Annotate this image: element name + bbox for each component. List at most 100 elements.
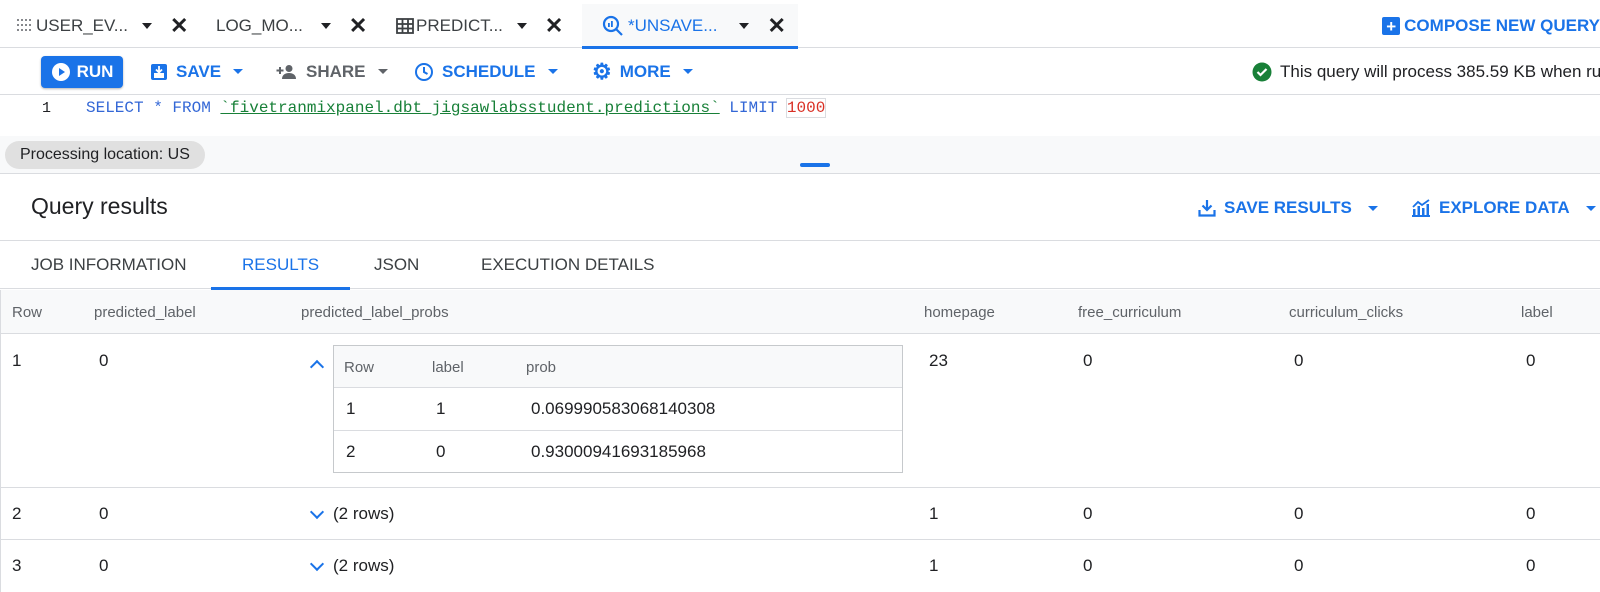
save-button[interactable]: SAVE bbox=[150, 48, 244, 95]
close-icon[interactable]: ✕ bbox=[545, 15, 563, 37]
cell-curriculum-clicks: 0 bbox=[1294, 504, 1304, 523]
share-button[interactable]: SHARE bbox=[276, 48, 388, 95]
close-icon[interactable]: ✕ bbox=[349, 15, 367, 37]
nested-cell-label: 1 bbox=[436, 399, 446, 418]
results-tab-bar: JOB INFORMATION RESULTS JSON EXECUTION D… bbox=[0, 241, 1600, 290]
column-header: predicted_label bbox=[94, 303, 196, 321]
chevron-down-icon bbox=[377, 69, 388, 74]
table-icon bbox=[396, 17, 414, 35]
sql-code-line[interactable]: SELECT * FROM `fivetranmixpanel.dbt_jigs… bbox=[86, 98, 827, 118]
sql-editor[interactable]: 1 SELECT * FROM `fivetranmixpanel.dbt_ji… bbox=[0, 96, 1600, 136]
clock-icon bbox=[414, 62, 434, 82]
check-circle-icon bbox=[1252, 62, 1272, 82]
expand-toggle[interactable] bbox=[307, 556, 327, 576]
cell-rows-summary[interactable]: (2 rows) bbox=[333, 556, 394, 576]
cell-free-curriculum: 0 bbox=[1083, 556, 1093, 575]
cell-label: 0 bbox=[1526, 504, 1536, 523]
chevron-down-icon[interactable] bbox=[516, 23, 527, 29]
cell-rows-summary[interactable]: (2 rows) bbox=[333, 504, 394, 524]
save-results-label: SAVE RESULTS bbox=[1224, 198, 1352, 217]
table-row: 1 0 Row label prob 1 1 0.069990583068140… bbox=[1, 334, 1600, 488]
nested-row-number: 1 bbox=[346, 399, 356, 418]
resize-handle[interactable] bbox=[800, 163, 830, 167]
chevron-down-icon[interactable] bbox=[320, 23, 331, 29]
sql-keyword-select: SELECT * FROM bbox=[86, 99, 221, 117]
query-validator: This query will process 385.59 KB when r… bbox=[1252, 48, 1600, 95]
close-icon[interactable]: ✕ bbox=[767, 15, 785, 37]
save-icon bbox=[150, 63, 168, 81]
cell-homepage: 23 bbox=[929, 351, 948, 370]
chevron-up-icon bbox=[309, 359, 325, 374]
sql-keyword-limit: LIMIT bbox=[719, 99, 787, 117]
column-header: curriculum_clicks bbox=[1289, 303, 1404, 321]
column-header: Row bbox=[12, 303, 43, 321]
chevron-down-icon bbox=[1367, 205, 1378, 211]
chart-icon bbox=[1411, 199, 1431, 217]
compose-label: COMPOSE NEW QUERY bbox=[1404, 16, 1600, 35]
nested-column-header: Row bbox=[344, 358, 375, 376]
chevron-down-icon bbox=[682, 69, 693, 74]
tab-json[interactable]: JSON bbox=[374, 241, 419, 289]
results-table: Row predicted_label predicted_label_prob… bbox=[0, 290, 1600, 592]
processing-location-chip: Processing location: US bbox=[5, 141, 205, 169]
tab-log-mo[interactable]: LOG_MO... ✕ bbox=[216, 4, 367, 48]
tab-label: USER_EV... bbox=[36, 16, 128, 35]
tab-user-events[interactable]: USER_EV... ✕ bbox=[16, 4, 196, 48]
play-icon bbox=[51, 62, 71, 82]
line-number: 1 bbox=[42, 100, 52, 117]
table-row: 3 0 (2 rows) 1 0 0 0 bbox=[1, 540, 1600, 592]
column-header: free_curriculum bbox=[1078, 303, 1182, 321]
row-number: 1 bbox=[12, 351, 22, 370]
cell-label: 0 bbox=[1526, 351, 1536, 370]
tab-unsaved-query[interactable]: *UNSAVE... ✕ bbox=[582, 4, 798, 49]
chevron-down-icon[interactable] bbox=[739, 23, 750, 29]
gear-icon: ⚙ bbox=[592, 58, 612, 84]
nested-table-row: 2 0 0.93000941693185968 bbox=[334, 431, 902, 474]
chevron-down-icon bbox=[233, 69, 244, 74]
close-icon[interactable]: ✕ bbox=[170, 15, 188, 37]
tab-label: LOG_MO... bbox=[216, 16, 303, 35]
sql-table-reference: `fivetranmixpanel.dbt_jigsawlabsstudent.… bbox=[220, 99, 720, 117]
nested-cell-label: 0 bbox=[436, 442, 446, 461]
cell-predicted-label: 0 bbox=[99, 351, 109, 370]
results-header: Query results SAVE RESULTS EXPLORE DATA bbox=[0, 175, 1600, 241]
schedule-button[interactable]: SCHEDULE bbox=[414, 48, 558, 95]
tab-job-information[interactable]: JOB INFORMATION bbox=[31, 241, 187, 289]
expand-toggle[interactable] bbox=[307, 504, 327, 524]
nested-cell-prob: 0.93000941693185968 bbox=[531, 442, 706, 461]
chevron-down-icon bbox=[1585, 205, 1596, 211]
cell-curriculum-clicks: 0 bbox=[1294, 556, 1304, 575]
share-label: SHARE bbox=[306, 61, 366, 81]
collapse-toggle[interactable] bbox=[307, 354, 327, 374]
run-label: RUN bbox=[76, 62, 114, 81]
tab-execution-details[interactable]: EXECUTION DETAILS bbox=[481, 241, 655, 289]
run-button[interactable]: RUN bbox=[41, 56, 123, 88]
tab-results[interactable]: RESULTS bbox=[210, 241, 351, 290]
plus-icon: + bbox=[1382, 17, 1401, 35]
chevron-down-icon bbox=[309, 504, 325, 520]
schedule-label: SCHEDULE bbox=[442, 61, 536, 81]
results-title: Query results bbox=[31, 193, 168, 219]
compose-new-query-button[interactable]: + COMPOSE NEW QUERY bbox=[1382, 4, 1600, 48]
cell-predicted-label: 0 bbox=[99, 504, 109, 523]
query-toolbar: RUN SAVE SHARE SCHEDULE ⚙ MORE This quer… bbox=[0, 48, 1600, 95]
more-label: MORE bbox=[619, 61, 671, 81]
query-icon bbox=[602, 15, 624, 37]
cell-free-curriculum: 0 bbox=[1083, 351, 1093, 370]
tab-predictions[interactable]: PREDICT... ✕ bbox=[396, 4, 566, 48]
save-results-button[interactable]: SAVE RESULTS bbox=[1198, 175, 1378, 241]
cell-predicted-label: 0 bbox=[99, 556, 109, 575]
tab-label: *UNSAVE... bbox=[628, 16, 718, 35]
explore-data-button[interactable]: EXPLORE DATA bbox=[1411, 175, 1596, 241]
nested-row-number: 2 bbox=[346, 442, 356, 461]
more-button[interactable]: ⚙ MORE bbox=[592, 48, 693, 95]
chevron-down-icon[interactable] bbox=[141, 23, 152, 29]
sql-limit-value: 1000 bbox=[785, 98, 827, 118]
validator-text: This query will process 385.59 KB when r… bbox=[1280, 61, 1600, 81]
chevron-down-icon bbox=[547, 69, 558, 74]
chevron-down-icon bbox=[309, 556, 325, 572]
nested-probs-table: Row label prob 1 1 0.069990583068140308 … bbox=[333, 345, 903, 473]
cell-curriculum-clicks: 0 bbox=[1294, 351, 1304, 370]
download-icon bbox=[1198, 199, 1216, 217]
editor-tab-bar: USER_EV... ✕ LOG_MO... ✕ PREDICT... ✕ *U… bbox=[0, 4, 1600, 49]
